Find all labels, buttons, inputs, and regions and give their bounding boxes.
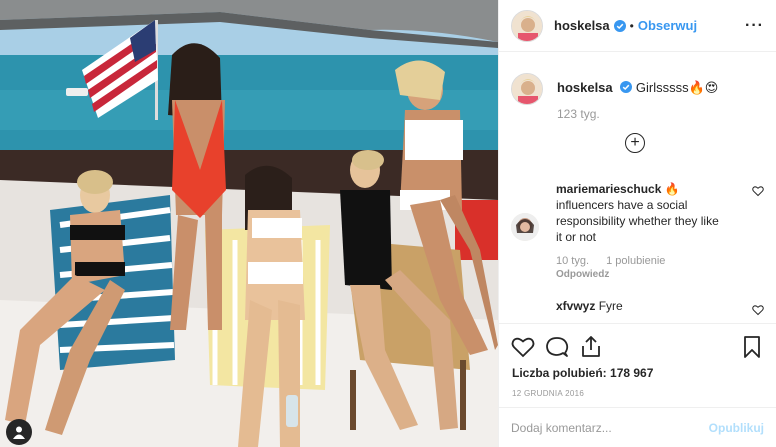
likes-label: Liczba polubień: [512, 366, 607, 380]
comment-likes[interactable]: 1 polubienie [606, 255, 665, 267]
caption-line: hoskelsa Girlsssss🔥😍 [557, 80, 718, 96]
post-date[interactable]: 12 grudnia 2016 [499, 380, 776, 398]
likes-summary[interactable]: Liczba polubień: 178 967 [499, 362, 776, 380]
comments-list[interactable]: hoskelsa Girlsssss🔥😍 123 tyg. + mariemar… [499, 53, 776, 323]
bookmark-icon[interactable] [740, 335, 764, 359]
caption-avatar[interactable] [511, 73, 543, 105]
comment-body: mariemarieschuck 🔥 influencers have a so… [556, 181, 721, 245]
comment-body: xfvwyz Fyre [556, 298, 721, 314]
post-caption: hoskelsa Girlsssss🔥😍 123 tyg. [499, 53, 776, 121]
instagram-post-modal: hoskelsa • Obserwuj ··· hoskelsa Girlsss… [0, 0, 776, 447]
heart-icon[interactable] [511, 335, 535, 359]
comment-text: Fyre [598, 299, 623, 313]
post-photo[interactable] [0, 0, 498, 447]
caption-username[interactable]: hoskelsa [557, 80, 613, 95]
comment-item: mariemarieschuck 🔥 influencers have a so… [511, 181, 764, 280]
caption-body: hoskelsa Girlsssss🔥😍 123 tyg. [557, 73, 718, 121]
caption-time[interactable]: 123 tyg. [557, 107, 718, 121]
comment-composer: Opublikuj [499, 407, 776, 447]
comment-username[interactable]: mariemarieschuck [556, 182, 661, 196]
likes-count: 178 967 [610, 366, 654, 380]
comment-item: xfvwyz Fyre [511, 298, 764, 316]
post-actions: Liczba polubień: 178 967 12 grudnia 2016 [499, 323, 776, 398]
comment-username[interactable]: xfvwyz [556, 299, 595, 313]
commenter-avatar[interactable] [511, 213, 539, 241]
tagged-profile-icon[interactable] [6, 419, 32, 445]
author-username[interactable]: hoskelsa [554, 18, 610, 33]
post-details-panel: hoskelsa • Obserwuj ··· hoskelsa Girlsss… [498, 0, 776, 447]
author-avatar[interactable] [511, 9, 543, 42]
profile-icon [13, 426, 25, 439]
more-options-button[interactable]: ··· [745, 17, 764, 35]
verified-icon [620, 81, 633, 93]
plus-icon: + [630, 134, 640, 151]
comment-time[interactable]: 10 tyg. [556, 255, 589, 267]
reply-button[interactable]: Odpowiedz [556, 269, 764, 280]
share-icon[interactable] [579, 335, 603, 359]
heart-icon[interactable] [752, 185, 764, 197]
post-header: hoskelsa • Obserwuj ··· [499, 0, 776, 52]
verified-icon [613, 19, 626, 32]
follow-button[interactable]: Obserwuj [638, 18, 697, 33]
avatar-image [511, 213, 539, 241]
avatar-image [512, 74, 542, 104]
publish-button[interactable]: Opublikuj [709, 421, 764, 435]
heart-icon[interactable] [752, 304, 764, 316]
load-more-comments-button[interactable]: + [625, 133, 645, 153]
comment-icon[interactable] [545, 335, 569, 359]
separator-dot: • [629, 18, 634, 33]
comment-meta: 10 tyg. 1 polubienie [556, 255, 764, 267]
comment-input[interactable] [511, 420, 709, 435]
caption-text: Girlsssss🔥😍 [635, 80, 719, 95]
avatar-image [512, 10, 542, 41]
photo-illustration [0, 0, 498, 447]
action-icons [499, 324, 776, 362]
